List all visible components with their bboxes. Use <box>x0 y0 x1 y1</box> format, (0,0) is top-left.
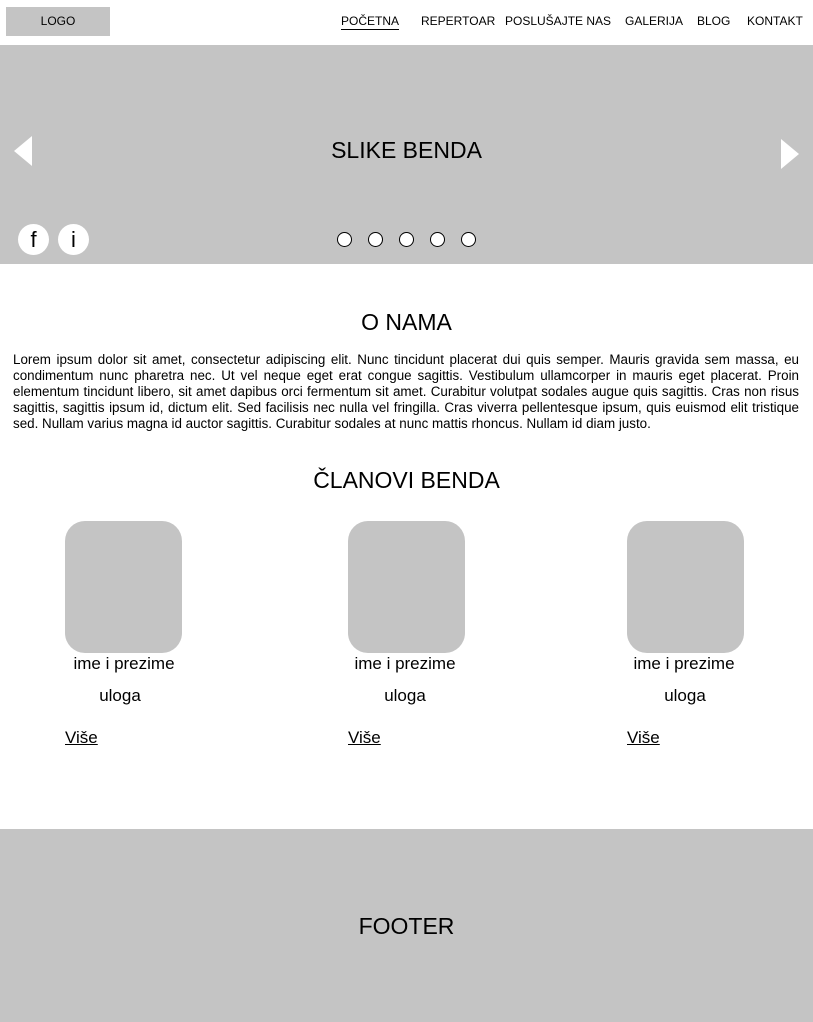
member-role-3: uloga <box>664 686 706 705</box>
instagram-icon[interactable]: i <box>58 224 89 255</box>
member-photo-2 <box>348 521 465 653</box>
slide-dot-3[interactable] <box>399 232 414 247</box>
nav-poslusajte-nas[interactable]: POSLUŠAJTE NAS <box>505 14 611 30</box>
member-photo-3 <box>627 521 744 653</box>
member-name-2: ime i prezime <box>354 654 456 673</box>
member-more-link-3[interactable]: Više <box>627 728 660 748</box>
nav-repertoar[interactable]: REPERTOAR <box>421 14 495 30</box>
nav-blog[interactable]: BLOG <box>697 14 730 30</box>
site-footer: FOOTER <box>0 829 813 1022</box>
member-more-link-1[interactable]: Više <box>65 728 98 748</box>
slide-dot-5[interactable] <box>461 232 476 247</box>
member-more-link-2[interactable]: Više <box>348 728 381 748</box>
hero-title: SLIKE BENDA <box>331 137 482 163</box>
member-role-1: uloga <box>99 686 141 705</box>
members-title: ČLANOVI BENDA <box>313 467 500 493</box>
about-title: O NAMA <box>361 309 452 335</box>
logo[interactable]: LOGO <box>6 7 110 36</box>
nav-pocetna[interactable]: POČETNA <box>341 14 400 30</box>
slide-dot-4[interactable] <box>430 232 445 247</box>
facebook-icon[interactable]: f <box>18 224 49 255</box>
prev-slide-arrow-icon[interactable] <box>14 136 32 166</box>
member-name-1: ime i prezime <box>73 654 175 673</box>
about-text: Lorem ipsum dolor sit amet, consectetur … <box>13 352 799 431</box>
hero-slider: SLIKE BENDA f i <box>0 45 813 264</box>
member-name-3: ime i prezime <box>633 654 735 673</box>
nav-kontakt[interactable]: KONTAKT <box>747 14 803 30</box>
member-role-2: uloga <box>384 686 426 705</box>
member-photo-1 <box>65 521 182 653</box>
next-slide-arrow-icon[interactable] <box>781 139 799 169</box>
footer-title: FOOTER <box>358 913 455 939</box>
slide-dot-1[interactable] <box>337 232 352 247</box>
site-header: LOGO POČETNA REPERTOAR POSLUŠAJTE NAS GA… <box>0 0 813 45</box>
slide-dot-2[interactable] <box>368 232 383 247</box>
nav-galerija[interactable]: GALERIJA <box>625 14 683 30</box>
